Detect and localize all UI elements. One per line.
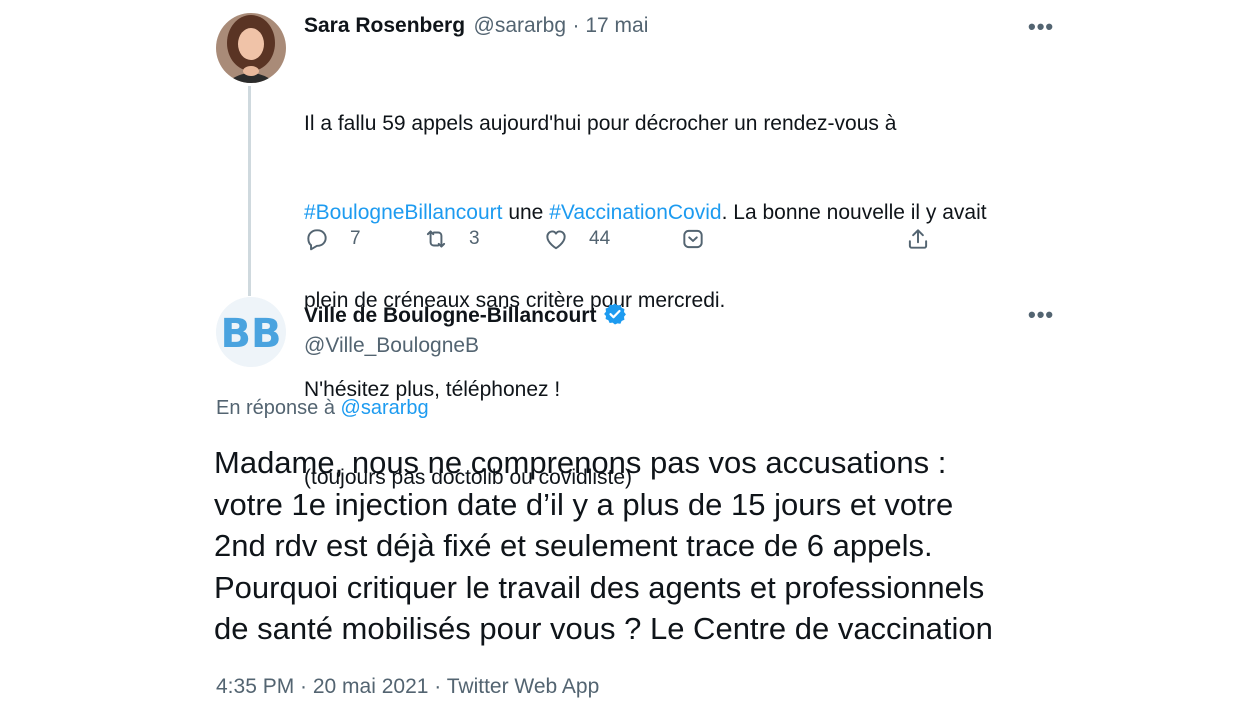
author-handle[interactable]: @Ville_BoulogneB <box>304 334 479 358</box>
reply-icon <box>307 229 327 251</box>
avatar-sara-rosenberg[interactable] <box>216 13 286 83</box>
reply-button[interactable]: 7 <box>304 226 361 252</box>
author-name[interactable]: Ville de Boulogne-Billancourt <box>304 304 596 327</box>
tweet-line: #BoulogneBillancourt une #VaccinationCov… <box>304 198 1064 228</box>
like-button[interactable]: 44 <box>543 226 610 252</box>
retweet-icon <box>426 230 446 248</box>
thread-connector-line <box>248 86 251 296</box>
more-options-icon[interactable]: ••• <box>1028 14 1054 40</box>
tweet-text-fragment: une <box>502 200 550 224</box>
bookmark-chevron-icon <box>683 229 703 249</box>
parent-tweet-header: Sara Rosenberg @sararbg · 17 mai <box>304 14 648 38</box>
hashtag-link[interactable]: #VaccinationCovid <box>549 201 721 224</box>
like-count: 44 <box>589 228 611 249</box>
svg-text:BB: BB <box>221 311 282 357</box>
reply-count: 7 <box>350 228 361 249</box>
reply-context: En réponse à @sararbg <box>216 397 429 420</box>
heart-icon <box>546 230 566 250</box>
tweet-line: Il a fallu 59 appels aujourd'hui pour dé… <box>304 112 897 135</box>
tweet-meta[interactable]: 4:35 PM · 20 mai 2021 · Twitter Web App <box>216 675 599 699</box>
avatar-photo <box>216 13 286 83</box>
author-handle[interactable]: @sararbg <box>474 14 567 37</box>
verified-badge-icon <box>604 303 626 325</box>
reply-prefix: En réponse à <box>216 397 341 419</box>
bookmark-button[interactable] <box>680 226 706 252</box>
avatar-ville-boulogne[interactable]: BB <box>216 297 286 367</box>
tweet-date[interactable]: · 17 mai <box>573 14 649 37</box>
hashtag-link[interactable]: #BoulogneBillancourt <box>304 201 502 224</box>
author-name[interactable]: Sara Rosenberg <box>304 14 465 37</box>
tweet-text-fragment: . La bonne nouvelle il y avait <box>721 200 987 224</box>
retweet-button[interactable]: 3 <box>423 226 480 252</box>
retweet-count: 3 <box>469 228 480 249</box>
bb-logo-icon: BB <box>216 297 286 367</box>
more-options-icon[interactable]: ••• <box>1028 302 1054 328</box>
reply-mention-link[interactable]: @sararbg <box>341 397 429 419</box>
main-tweet-text: Madame, nous ne comprenons pas vos accus… <box>214 445 993 646</box>
main-tweet-header: Ville de Boulogne-Billancourt <box>304 302 627 328</box>
share-icon <box>908 229 928 249</box>
share-button[interactable] <box>905 226 931 252</box>
